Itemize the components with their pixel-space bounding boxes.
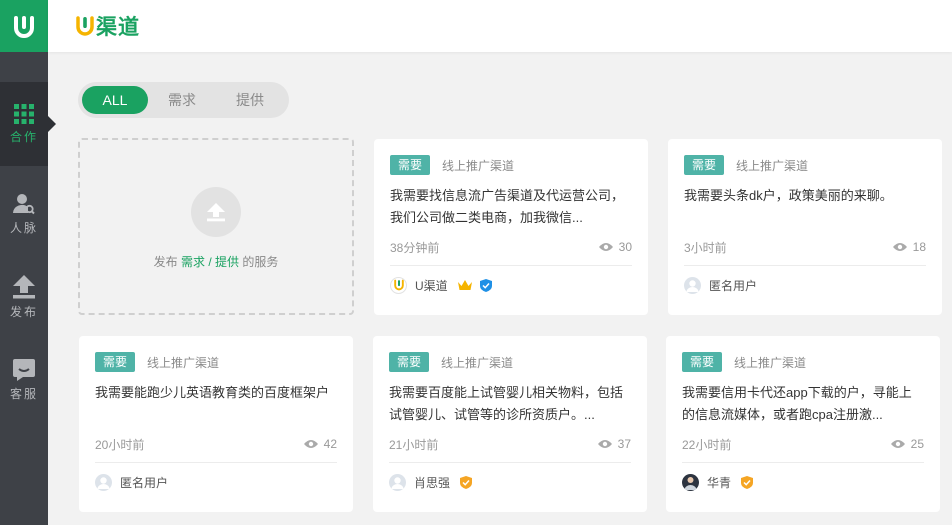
- post-time: 20小时前: [95, 437, 145, 452]
- post-channel: 线上推广渠道: [442, 158, 515, 173]
- publish-circle[interactable]: [191, 187, 241, 237]
- view-count-value: 18: [912, 240, 926, 254]
- post-author[interactable]: 肖思强: [389, 463, 631, 501]
- post-title[interactable]: 我需要头条dk户，政策美丽的来聊。: [684, 185, 926, 229]
- view-count: 42: [303, 437, 337, 451]
- post-title[interactable]: 我需要找信息流广告渠道及代运营公司，我们公司做二类电商，加我微信...: [390, 185, 632, 229]
- u-logo-icon: [393, 279, 404, 291]
- publish-prefix: 发布: [153, 255, 178, 269]
- post-time: 21小时前: [389, 437, 439, 452]
- post-title[interactable]: 我需要信用卡代还app下载的户，寻能上的信息流媒体，或者跑cpa注册激...: [682, 382, 924, 426]
- post-type-badge: 需要: [682, 352, 723, 372]
- publish-box[interactable]: 发布 需求 / 提供 的服务: [78, 138, 354, 315]
- verified-shield-icon: [741, 475, 754, 489]
- header: 渠道: [48, 0, 952, 52]
- view-count: 37: [597, 437, 631, 451]
- verified-shield-icon: [479, 278, 492, 292]
- sidebar: 合作 人脉 发布 客服: [0, 0, 56, 525]
- u-brand-icon: [76, 16, 94, 36]
- post-channel: 线上推广渠道: [147, 355, 220, 370]
- view-count: 30: [598, 240, 632, 254]
- post-title[interactable]: 我需要百度能上试管婴儿相关物料，包括试管婴儿、试管等的诊所资质户。...: [389, 382, 631, 426]
- view-count-value: 30: [618, 240, 632, 254]
- view-count: 25: [890, 437, 924, 451]
- tab-need[interactable]: 需求: [148, 86, 216, 114]
- sidebar-item-label: 合作: [9, 129, 38, 144]
- upload-icon: [207, 203, 225, 222]
- post-channel: 线上推广渠道: [734, 355, 807, 370]
- post-card[interactable]: 需要 线上推广渠道 我需要信用卡代还app下载的户，寻能上的信息流媒体，或者跑c…: [666, 336, 940, 512]
- upload-icon: [13, 274, 35, 298]
- view-count-value: 25: [910, 437, 924, 451]
- anonymous-user-icon: [97, 476, 110, 489]
- publish-need-link[interactable]: 需求: [181, 255, 205, 269]
- avatar: [682, 473, 699, 491]
- author-name: 匿名用户: [120, 475, 169, 490]
- post-author[interactable]: 匿名用户: [95, 463, 337, 501]
- view-count-value: 42: [323, 437, 337, 451]
- side-logo[interactable]: [0, 0, 48, 52]
- brand-text: 渠道: [96, 16, 140, 39]
- filter-tabs: ALL 需求 提供: [78, 82, 289, 118]
- post-card[interactable]: 需要 线上推广渠道 我需要头条dk户，政策美丽的来聊。 3小时前 18 匿名用户: [668, 139, 942, 315]
- sidebar-item-publish[interactable]: 发布: [0, 255, 48, 339]
- verified-shield-icon: [460, 475, 473, 489]
- post-author[interactable]: 华青: [682, 463, 924, 501]
- avatar: [389, 473, 406, 491]
- publish-offer-link[interactable]: 提供: [215, 255, 239, 269]
- publish-slash: /: [208, 255, 212, 269]
- author-name: U渠道: [415, 278, 448, 293]
- post-card[interactable]: 需要 线上推广渠道 我需要找信息流广告渠道及代运营公司，我们公司做二类电商，加我…: [374, 139, 648, 315]
- post-card[interactable]: 需要 线上推广渠道 我需要能跑少儿英语教育类的百度框架户 20小时前 42 匿名…: [79, 336, 353, 512]
- post-time: 22小时前: [682, 437, 732, 452]
- sidebar-item-label: 人脉: [9, 220, 38, 235]
- eye-icon: [598, 243, 613, 251]
- u-logo-icon: [14, 16, 34, 38]
- crown-icon: [457, 279, 472, 291]
- eye-icon: [303, 440, 318, 448]
- sidebar-item-service[interactable]: 客服: [0, 338, 48, 422]
- post-type-badge: 需要: [684, 155, 725, 175]
- sidebar-item-label: 客服: [9, 386, 38, 401]
- sidebar-item-cooperation[interactable]: 合作: [0, 82, 56, 166]
- eye-icon: [597, 440, 612, 448]
- author-name: 肖思强: [414, 475, 451, 490]
- view-count-value: 37: [617, 437, 631, 451]
- post-time: 3小时前: [684, 240, 727, 255]
- avatar: [684, 276, 701, 294]
- post-time: 38分钟前: [390, 240, 440, 255]
- post-card[interactable]: 需要 线上推广渠道 我需要百度能上试管婴儿相关物料，包括试管婴儿、试管等的诊所资…: [373, 336, 647, 512]
- publish-text: 发布 需求 / 提供 的服务: [154, 253, 279, 270]
- post-type-badge: 需要: [389, 352, 430, 372]
- post-author[interactable]: 匿名用户: [684, 266, 926, 304]
- chat-icon: [13, 358, 35, 381]
- user-photo-icon: [684, 476, 697, 490]
- anonymous-user-icon: [686, 279, 699, 292]
- view-count: 18: [892, 240, 926, 254]
- post-type-badge: 需要: [390, 155, 431, 175]
- tab-offer[interactable]: 提供: [216, 86, 284, 114]
- avatar: [390, 276, 407, 294]
- author-name: 匿名用户: [709, 278, 758, 293]
- avatar: [95, 473, 112, 491]
- post-type-badge: 需要: [95, 352, 136, 372]
- author-name: 华青: [707, 475, 732, 490]
- sidebar-item-label: 发布: [9, 304, 38, 319]
- anonymous-user-icon: [391, 476, 404, 489]
- eye-icon: [892, 243, 907, 251]
- user-search-icon: [13, 193, 35, 214]
- brand-logo[interactable]: 渠道: [76, 11, 140, 41]
- post-channel: 线上推广渠道: [441, 355, 514, 370]
- sidebar-item-contacts[interactable]: 人脉: [0, 172, 48, 256]
- grid-icon: [14, 103, 34, 124]
- post-author[interactable]: U渠道: [390, 266, 632, 304]
- eye-icon: [890, 440, 905, 448]
- post-title[interactable]: 我需要能跑少儿英语教育类的百度框架户: [95, 382, 337, 426]
- post-channel: 线上推广渠道: [736, 158, 809, 173]
- publish-suffix: 的服务: [242, 255, 279, 269]
- tab-all[interactable]: ALL: [82, 86, 148, 114]
